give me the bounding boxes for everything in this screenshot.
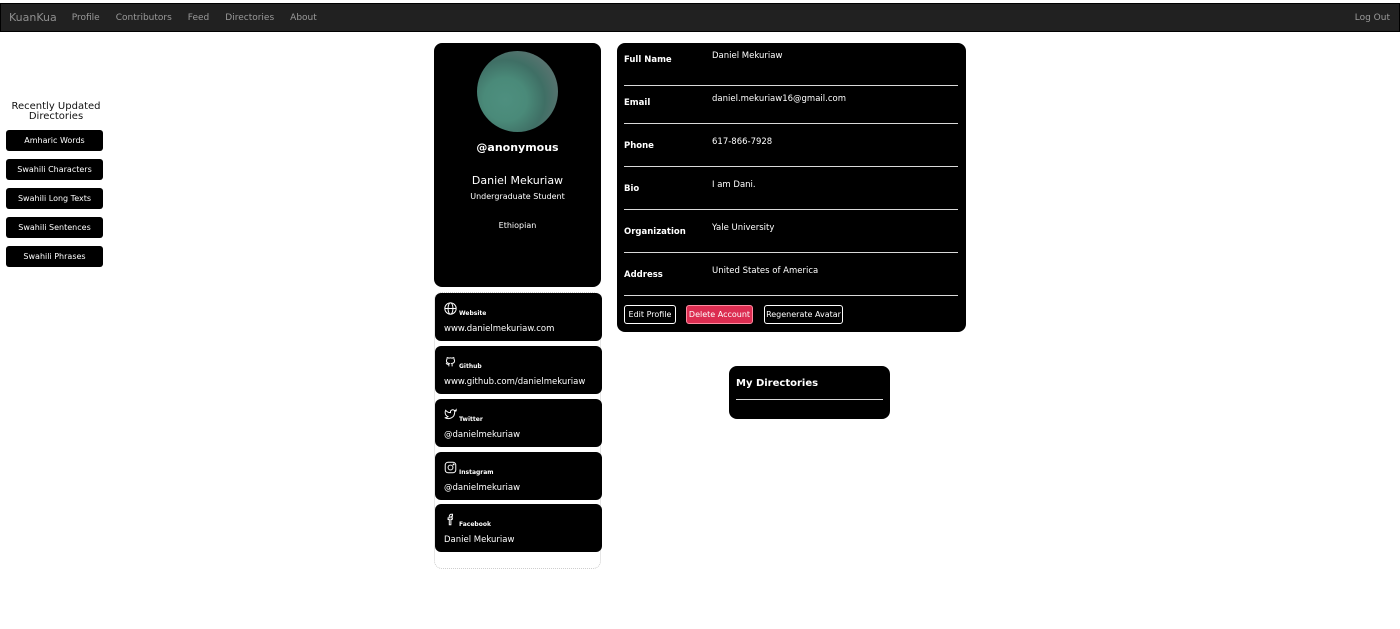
social-value[interactable]: www.github.com/danielmekuriaw xyxy=(444,377,585,387)
directory-button-amharic-words[interactable]: Amharic Words xyxy=(6,130,103,151)
profile-full-name: Daniel Mekuriaw xyxy=(471,174,564,187)
twitter-icon xyxy=(444,408,457,420)
detail-key: Email xyxy=(624,98,651,108)
nav-link-about[interactable]: About xyxy=(290,13,317,23)
facebook-icon xyxy=(447,513,454,526)
my-directories-card: My Directories xyxy=(729,366,890,419)
profile-details-card: Full Name Daniel Mekuriaw Email daniel.m… xyxy=(617,43,966,332)
divider xyxy=(736,399,883,400)
recent-directories-sidebar: Recently Updated Directories Amharic Wor… xyxy=(6,102,104,275)
profile-role: Undergraduate Student xyxy=(470,192,565,201)
nav-link-profile[interactable]: Profile xyxy=(72,13,100,23)
github-icon xyxy=(445,357,456,367)
detail-row-full-name: Full Name Daniel Mekuriaw xyxy=(624,43,958,86)
detail-row-organization: Organization Yale University xyxy=(624,210,958,253)
instagram-icon xyxy=(444,461,457,474)
detail-row-address: Address United States of America xyxy=(624,253,958,296)
username: @anonymous xyxy=(476,141,559,154)
detail-row-email: Email daniel.mekuriaw16@gmail.com xyxy=(624,81,958,124)
sidebar-title: Recently Updated Directories xyxy=(11,101,101,122)
social-label: Facebook xyxy=(459,521,491,528)
social-label: Github xyxy=(459,363,482,370)
regenerate-avatar-button[interactable]: Regenerate Avatar xyxy=(764,305,843,324)
detail-key: Phone xyxy=(624,141,654,151)
social-instagram[interactable]: Instagram @danielmekuriaw xyxy=(435,452,602,500)
detail-value: daniel.mekuriaw16@gmail.com xyxy=(712,94,846,104)
detail-value: Daniel Mekuriaw xyxy=(712,51,783,61)
directory-button-swahili-phrases[interactable]: Swahili Phrases xyxy=(6,246,103,267)
profile-card: @anonymous Daniel Mekuriaw Undergraduate… xyxy=(434,43,601,287)
profile-nationality: Ethiopian xyxy=(498,221,537,230)
directory-button-swahili-characters[interactable]: Swahili Characters xyxy=(6,159,103,180)
nav-link-directories[interactable]: Directories xyxy=(225,13,274,23)
directory-button-swahili-sentences[interactable]: Swahili Sentences xyxy=(6,217,103,238)
social-value[interactable]: www.danielmekuriaw.com xyxy=(444,324,554,334)
top-navbar: KuanKua Profile Contributors Feed Direct… xyxy=(0,3,1400,32)
social-value[interactable]: @danielmekuriaw xyxy=(444,483,520,493)
social-label: Twitter xyxy=(459,416,483,423)
detail-key: Address xyxy=(624,270,663,280)
detail-key: Organization xyxy=(624,227,686,237)
detail-row-phone: Phone 617-866-7928 xyxy=(624,124,958,167)
delete-account-button[interactable]: Delete Account xyxy=(686,305,753,324)
logout-link[interactable]: Log Out xyxy=(1355,13,1390,23)
detail-value: I am Dani. xyxy=(712,180,756,190)
detail-row-bio: Bio I am Dani. xyxy=(624,167,958,210)
brand-logo[interactable]: KuanKua xyxy=(9,11,57,24)
social-label: Instagram xyxy=(459,469,494,476)
social-website[interactable]: Website www.danielmekuriaw.com xyxy=(435,293,602,341)
social-github[interactable]: Github www.github.com/danielmekuriaw xyxy=(435,346,602,394)
detail-value: Yale University xyxy=(712,223,775,233)
detail-key: Full Name xyxy=(624,55,672,65)
detail-value: United States of America xyxy=(712,266,819,276)
social-facebook[interactable]: Facebook Daniel Mekuriaw xyxy=(435,504,602,552)
my-directories-title: My Directories xyxy=(736,378,819,389)
detail-value: 617-866-7928 xyxy=(712,137,773,147)
edit-profile-button[interactable]: Edit Profile xyxy=(624,305,676,324)
social-label: Website xyxy=(459,310,487,317)
globe-icon xyxy=(444,302,457,315)
social-value[interactable]: Daniel Mekuriaw xyxy=(444,535,514,545)
detail-key: Bio xyxy=(624,184,640,194)
directory-button-swahili-long-texts[interactable]: Swahili Long Texts xyxy=(6,188,103,209)
social-twitter[interactable]: Twitter @danielmekuriaw xyxy=(435,399,602,447)
avatar xyxy=(477,51,558,132)
social-links: Website www.danielmekuriaw.com Github ww… xyxy=(434,292,602,569)
nav-link-feed[interactable]: Feed xyxy=(188,13,209,23)
nav-link-contributors[interactable]: Contributors xyxy=(116,13,172,23)
social-value[interactable]: @danielmekuriaw xyxy=(444,430,520,440)
